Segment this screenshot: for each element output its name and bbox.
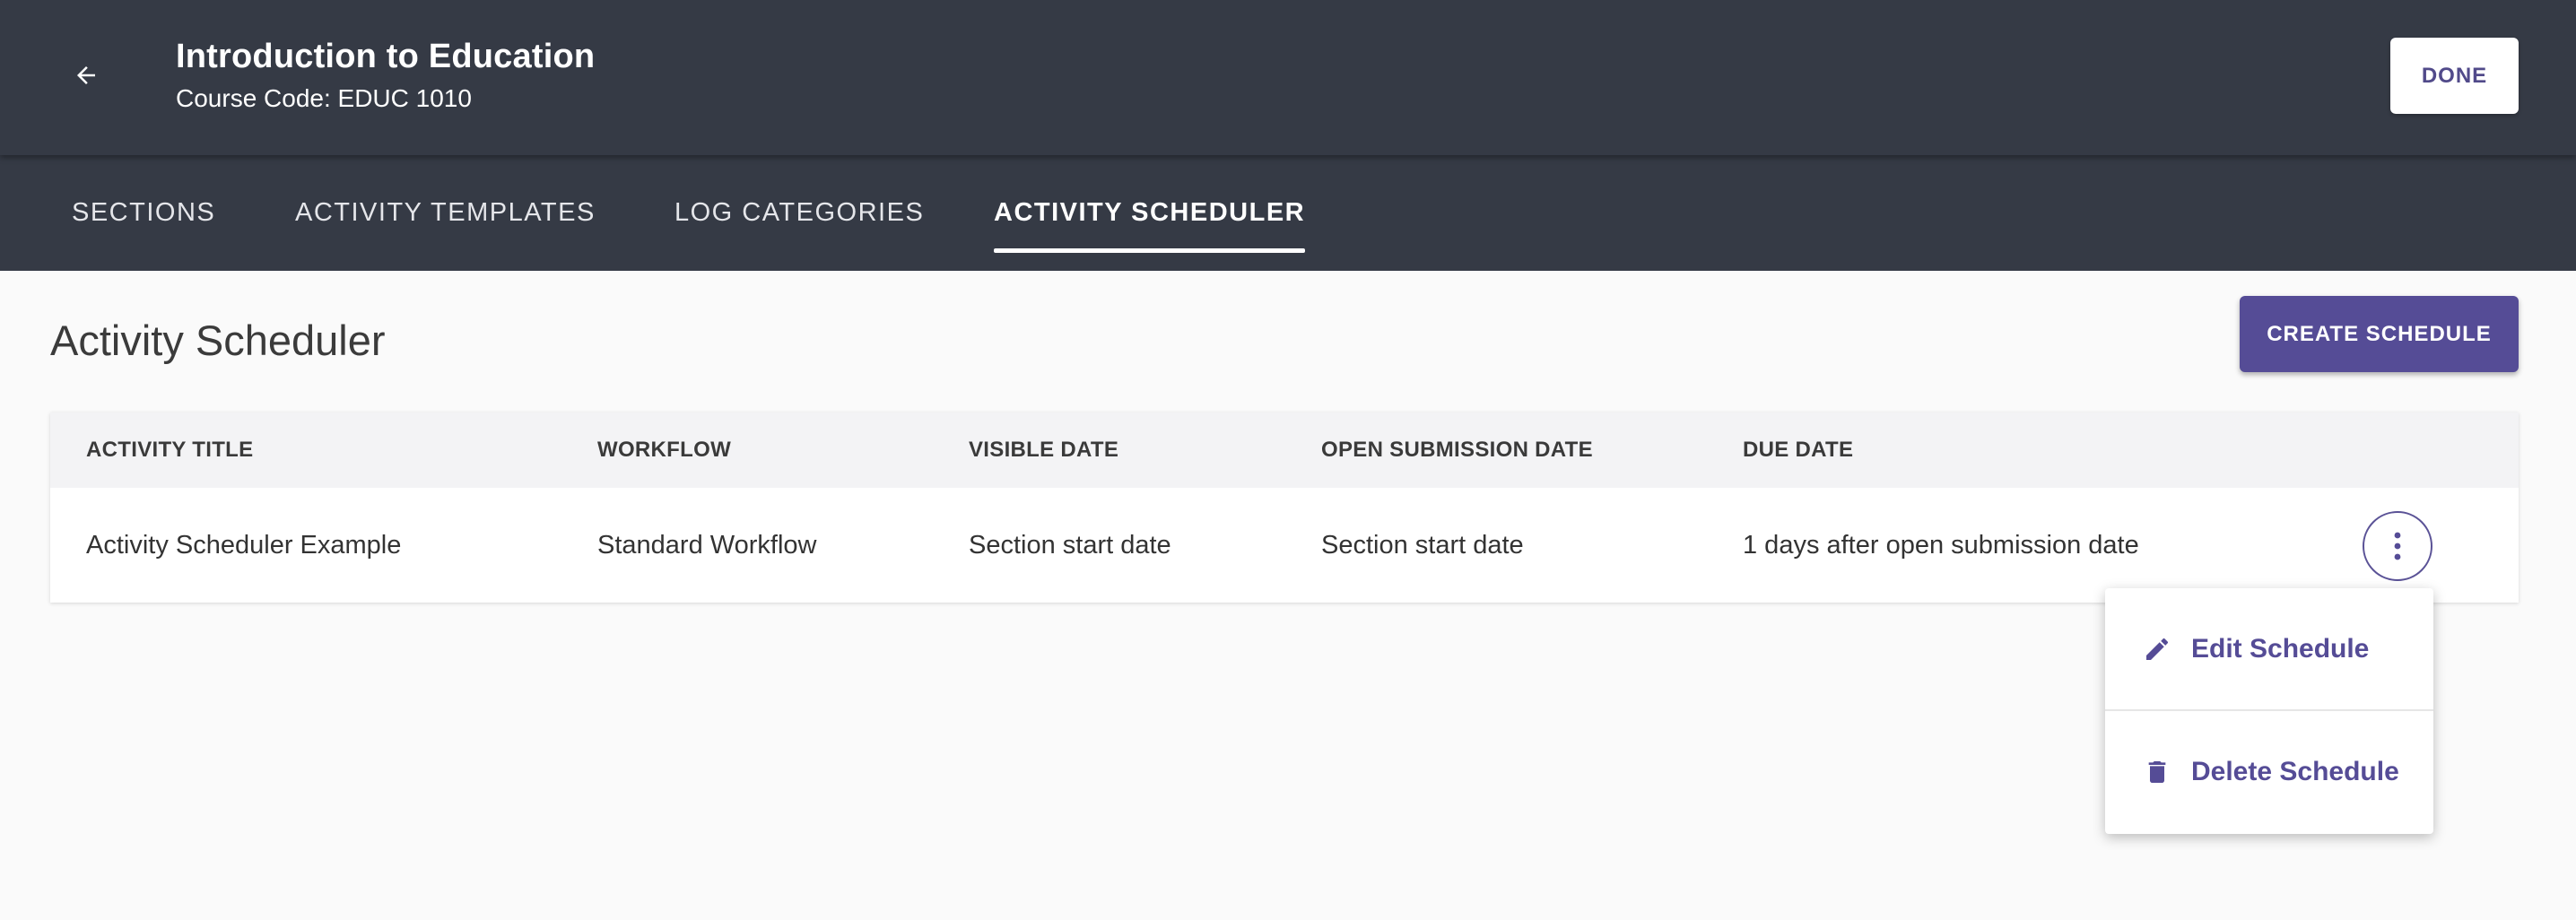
menu-item-delete-schedule[interactable]: Delete Schedule xyxy=(2105,711,2433,833)
tab-bar: SECTIONS ACTIVITY TEMPLATES LOG CATEGORI… xyxy=(0,155,2576,271)
schedule-table: ACTIVITY TITLE WORKFLOW VISIBLE DATE OPE… xyxy=(50,412,2519,603)
tab-label: LOG CATEGORIES xyxy=(674,198,925,227)
trash-icon xyxy=(2143,758,2171,786)
menu-item-label: Delete Schedule xyxy=(2191,757,2399,786)
create-schedule-button[interactable]: CREATE SCHEDULE xyxy=(2240,296,2519,372)
arrow-left-icon xyxy=(77,66,95,84)
tab-label: SECTIONS xyxy=(72,198,216,227)
menu-item-edit-schedule[interactable]: Edit Schedule xyxy=(2105,588,2433,710)
pencil-icon xyxy=(2143,635,2171,664)
cell-workflow: Standard Workflow xyxy=(597,530,817,560)
table-row: Activity Scheduler Example Standard Work… xyxy=(50,488,2519,603)
row-actions-menu: Edit Schedule Delete Schedule xyxy=(2105,588,2433,834)
cell-open-submission-date: Section start date xyxy=(1321,530,1524,560)
column-header-visible-date: VISIBLE DATE xyxy=(969,438,1119,462)
row-actions-button[interactable] xyxy=(2363,511,2432,581)
course-title: Introduction to Education xyxy=(176,38,596,75)
more-vertical-icon xyxy=(2394,532,2401,560)
tab-log-categories[interactable]: LOG CATEGORIES xyxy=(674,155,924,271)
tab-sections[interactable]: SECTIONS xyxy=(72,155,215,271)
column-header-activity-title: ACTIVITY TITLE xyxy=(86,438,254,462)
menu-item-label: Edit Schedule xyxy=(2191,634,2370,664)
tab-label: ACTIVITY TEMPLATES xyxy=(295,198,596,227)
table-header: ACTIVITY TITLE WORKFLOW VISIBLE DATE OPE… xyxy=(50,412,2519,488)
course-code: Course Code: EDUC 1010 xyxy=(176,84,472,112)
tab-label: ACTIVITY SCHEDULER xyxy=(994,198,1306,227)
column-header-workflow: WORKFLOW xyxy=(597,438,732,462)
column-header-due-date: DUE DATE xyxy=(1743,438,1854,462)
done-button[interactable]: DONE xyxy=(2390,38,2519,114)
column-header-open-submission-date: OPEN SUBMISSION DATE xyxy=(1321,438,1593,462)
cell-visible-date: Section start date xyxy=(969,530,1171,560)
active-tab-indicator xyxy=(994,248,1306,253)
back-button[interactable] xyxy=(59,52,113,99)
cell-activity-title: Activity Scheduler Example xyxy=(86,530,402,560)
app-header: Introduction to Education Course Code: E… xyxy=(0,0,2576,155)
cell-due-date: 1 days after open submission date xyxy=(1743,530,2139,560)
tab-activity-scheduler[interactable]: ACTIVITY SCHEDULER xyxy=(994,155,1306,271)
page-title: Activity Scheduler xyxy=(50,317,386,364)
tab-activity-templates[interactable]: ACTIVITY TEMPLATES xyxy=(295,155,596,271)
